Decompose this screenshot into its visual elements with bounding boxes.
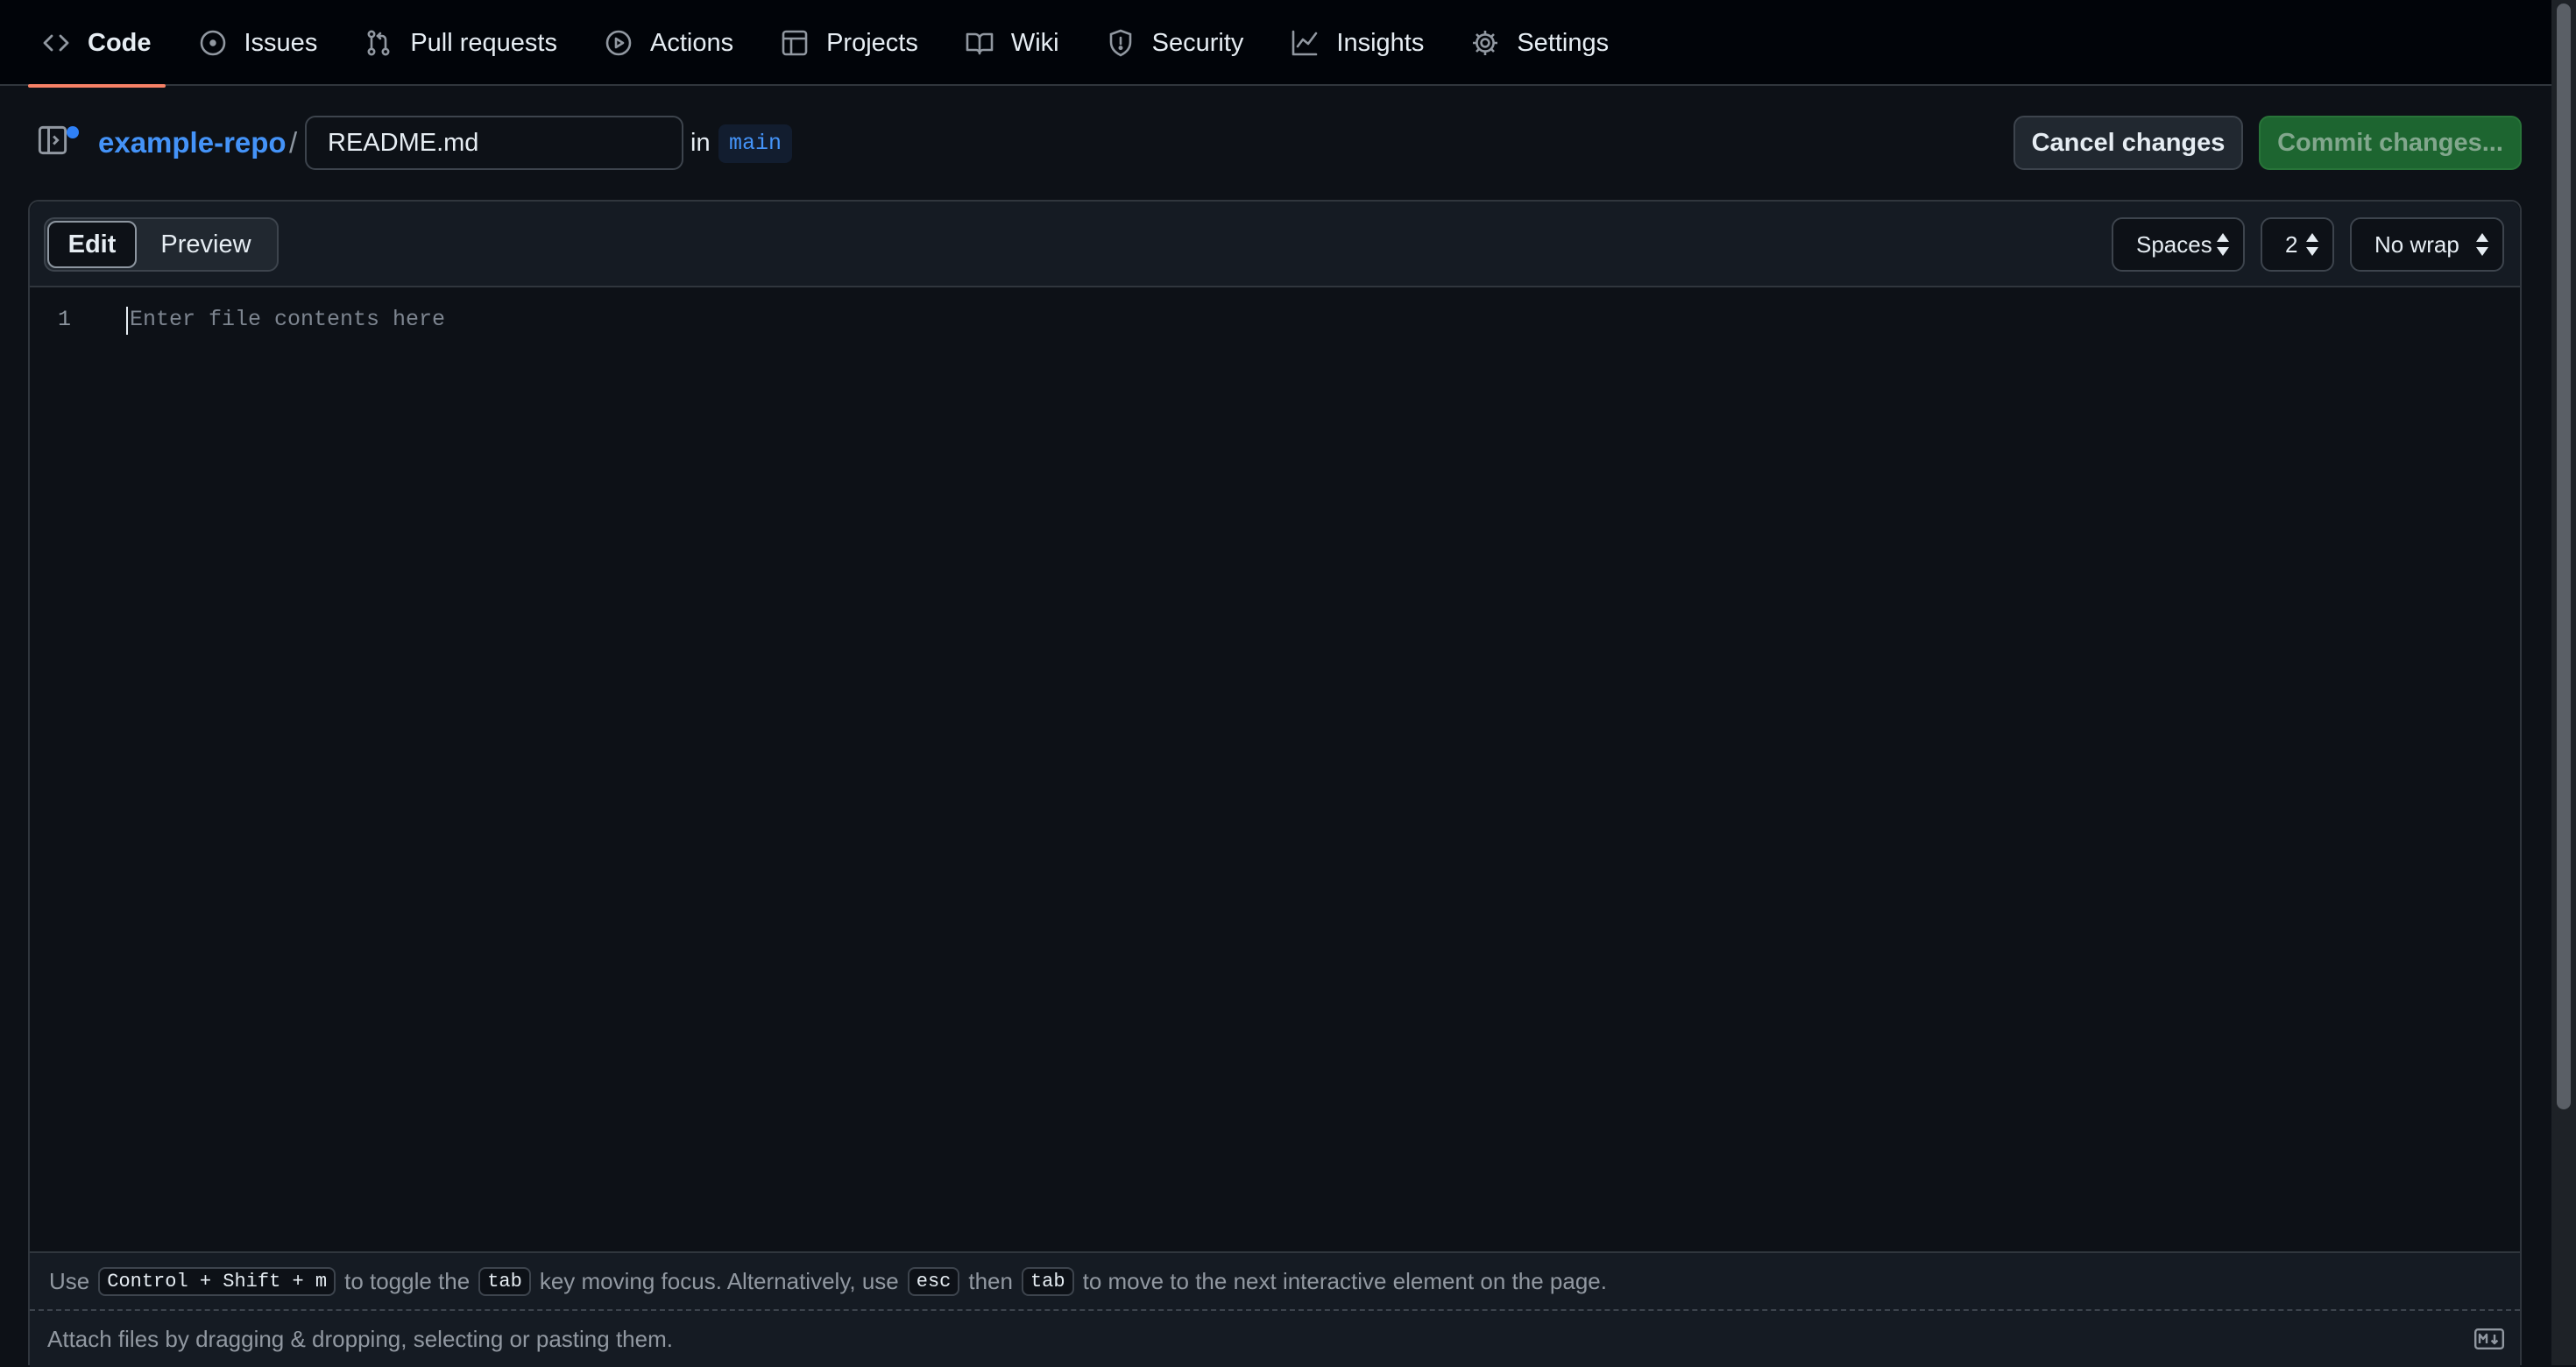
hint-text: to toggle the [344,1267,471,1294]
code-icon [42,29,70,57]
repo-nav: Code Issues Pull requests Actions Projec… [0,0,2551,88]
tab-insights[interactable]: Insights [1277,0,1438,86]
indent-size-value: 2 [2285,230,2298,258]
tab-label: Actions [649,28,734,57]
repo-link[interactable]: example-repo [98,114,287,172]
tab-label: Security [1151,28,1244,57]
tab-pull-requests[interactable]: Pull requests [350,0,571,86]
tab-label: Issues [244,28,318,57]
git-pull-request-icon [364,29,393,57]
issue-opened-icon [199,29,227,57]
select-arrows-icon [2306,233,2318,256]
wrap-mode-value: No wrap [2374,230,2459,258]
tab-projects[interactable]: Projects [767,0,932,86]
hint-kbd: tab [478,1266,531,1296]
tab-security[interactable]: Security [1093,0,1258,86]
keyboard-hint: Use Control + Shift + m to toggle the ta… [30,1251,2520,1309]
hint-text: key moving focus. Alternatively, use [539,1267,899,1294]
play-icon [605,29,633,57]
tab-issues[interactable]: Issues [185,0,332,86]
graph-icon [1291,29,1319,57]
indent-mode-value: Spaces [2136,230,2212,258]
wrap-mode-select[interactable]: No wrap [2350,217,2504,272]
notification-dot [67,126,79,138]
code-area[interactable]: 1 [30,287,2520,1251]
indent-mode-select[interactable]: Spaces [2112,217,2245,272]
tab-settings[interactable]: Settings [1457,0,1623,86]
gear-icon [1471,29,1499,57]
indent-size-select[interactable]: 2 [2261,217,2334,272]
tab-label: Code [88,28,152,57]
select-arrows-icon [2476,233,2488,256]
tab-label: Projects [826,28,918,57]
cancel-changes-button[interactable]: Cancel changes [2013,116,2243,170]
hint-kbd: tab [1021,1266,1074,1296]
scrollbar-thumb[interactable] [2557,4,2571,1109]
edit-tab[interactable]: Edit [47,221,137,268]
line-number: 1 [58,307,72,332]
tab-label: Wiki [1010,28,1059,57]
sidebar-expand-icon [37,125,68,159]
tab-wiki[interactable]: Wiki [952,0,1073,86]
shield-icon [1107,29,1135,57]
repo-nav-tabs: Code Issues Pull requests Actions Projec… [28,0,1642,88]
markdown-icon[interactable] [2474,1328,2505,1350]
hint-text: then [968,1267,1013,1294]
editor-header: example-repo / in main Cancel changes Co… [28,114,2522,172]
page-scrollbar[interactable] [2551,0,2576,1365]
filename-input[interactable] [305,116,683,170]
tab-label: Settings [1517,28,1610,57]
attach-files-area[interactable]: Attach files by dragging & dropping, sel… [30,1309,2520,1367]
hint-kbd: Control + Shift + m [98,1266,336,1296]
tab-label: Insights [1336,28,1425,57]
branch-label[interactable]: main [718,124,793,163]
commit-changes-button[interactable]: Commit changes... [2259,116,2522,170]
in-label: in [690,129,711,157]
table-icon [781,29,809,57]
tab-code[interactable]: Code [28,0,166,88]
file-tree-toggle-button[interactable] [37,124,79,161]
attach-text: Attach files by dragging & dropping, sel… [47,1325,673,1352]
hint-text: to move to the next interactive element … [1082,1267,1607,1294]
editor-toolbar: Edit Preview Spaces 2 No wrap [30,202,2520,287]
breadcrumb-separator: / [289,126,298,159]
hint-text: Use [49,1267,90,1294]
preview-tab[interactable]: Preview [137,221,275,268]
file-contents-input[interactable] [128,298,2494,340]
file-editor: Edit Preview Spaces 2 No wrap 1 Use [28,200,2522,1367]
edit-preview-toggle: Edit Preview [44,217,279,272]
tab-label: Pull requests [410,28,557,57]
hint-kbd: esc [907,1266,960,1296]
tab-actions[interactable]: Actions [591,0,747,86]
select-arrows-icon [2217,233,2229,256]
book-icon [966,29,994,57]
